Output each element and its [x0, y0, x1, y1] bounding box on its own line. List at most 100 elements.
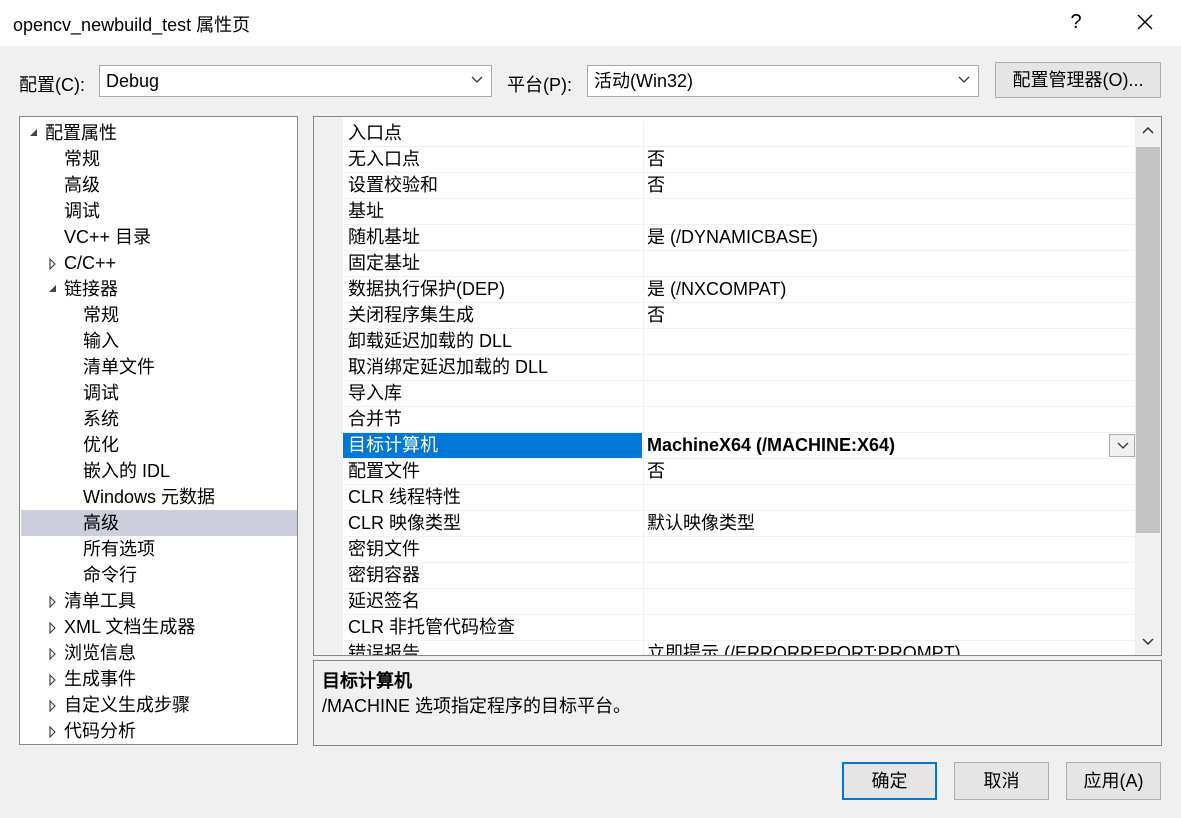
property-row[interactable]: 密钥文件	[343, 537, 1135, 563]
tree-item[interactable]: 自定义生成步骤	[21, 692, 297, 718]
property-value	[643, 121, 1135, 146]
tree-item[interactable]: 浏览信息	[21, 640, 297, 666]
property-value: 否	[643, 303, 1135, 328]
collapse-triangle-icon[interactable]	[46, 588, 60, 614]
property-row[interactable]: 导入库	[343, 381, 1135, 407]
property-value	[643, 355, 1135, 380]
tree-item[interactable]: 常规	[21, 302, 297, 328]
tree-item-label: 常规	[64, 149, 100, 169]
property-row[interactable]: 延迟签名	[343, 589, 1135, 615]
close-button[interactable]	[1128, 8, 1162, 38]
tree-item-label: 优化	[83, 435, 119, 455]
value-dropdown-button[interactable]	[1109, 434, 1135, 457]
scroll-down-button[interactable]	[1135, 629, 1161, 655]
tree-item[interactable]: 所有选项	[21, 536, 297, 562]
property-value	[643, 407, 1135, 432]
tree-item[interactable]: 高级	[21, 510, 297, 536]
property-name: 密钥容器	[348, 565, 420, 585]
collapse-triangle-icon[interactable]	[46, 250, 60, 276]
tree-item[interactable]: 链接器	[21, 276, 297, 302]
tree-item[interactable]: 清单工具	[21, 588, 297, 614]
property-row[interactable]: 配置文件 否	[343, 459, 1135, 485]
tree-item[interactable]: C/C++	[21, 250, 297, 276]
tree-item-label: 链接器	[64, 279, 118, 299]
tree-item-label: C/C++	[64, 253, 117, 273]
config-select[interactable]: Debug	[99, 65, 492, 97]
property-value	[643, 329, 1135, 354]
property-row[interactable]: 无入口点 否	[343, 147, 1135, 173]
property-row[interactable]: 随机基址 是 (/DYNAMICBASE)	[343, 225, 1135, 251]
tree-item[interactable]: 系统	[21, 406, 297, 432]
vertical-scrollbar[interactable]	[1135, 117, 1161, 655]
tree-item-label: 生成事件	[64, 669, 136, 689]
property-row[interactable]: 目标计算机 MachineX64 (/MACHINE:X64)	[343, 433, 1135, 459]
ok-button[interactable]: 确定	[842, 762, 937, 800]
description-title: 目标计算机	[322, 671, 412, 691]
property-name: 错误报告	[348, 643, 420, 656]
tree-item[interactable]: XML 文档生成器	[21, 614, 297, 640]
property-value: 否	[643, 173, 1135, 198]
tree-item[interactable]: 生成事件	[21, 666, 297, 692]
property-row[interactable]: 关闭程序集生成 否	[343, 303, 1135, 329]
tree-item-label: 高级	[83, 513, 119, 533]
tree-item[interactable]: 调试	[21, 380, 297, 406]
property-value	[643, 381, 1135, 406]
tree-item[interactable]: 清单文件	[21, 354, 297, 380]
tree-item[interactable]: 高级	[21, 172, 297, 198]
tree-item[interactable]: 优化	[21, 432, 297, 458]
property-row[interactable]: 固定基址	[343, 251, 1135, 277]
property-name: 无入口点	[348, 149, 420, 169]
tree-item-label: 浏览信息	[64, 643, 136, 663]
config-manager-button[interactable]: 配置管理器(O)...	[995, 62, 1161, 98]
platform-select[interactable]: 活动(Win32)	[587, 65, 979, 97]
tree-item[interactable]: 配置属性	[21, 120, 297, 146]
tree-item-label: 调试	[64, 201, 100, 221]
cancel-button[interactable]: 取消	[954, 762, 1049, 800]
property-name: 设置校验和	[348, 175, 438, 195]
tree-item[interactable]: 嵌入的 IDL	[21, 458, 297, 484]
property-row[interactable]: 错误报告 立即提示 (/ERRORREPORT:PROMPT)	[343, 641, 1135, 656]
property-value: 立即提示 (/ERRORREPORT:PROMPT)	[643, 641, 1135, 655]
tree-item-label: 自定义生成步骤	[64, 695, 190, 715]
property-name: 合并节	[348, 409, 402, 429]
property-row[interactable]: 设置校验和 否	[343, 173, 1135, 199]
tree-item[interactable]: 常规	[21, 146, 297, 172]
property-row[interactable]: CLR 线程特性	[343, 485, 1135, 511]
tree-item-label: 嵌入的 IDL	[83, 461, 171, 481]
property-row[interactable]: 入口点	[343, 121, 1135, 147]
property-name: 卸载延迟加载的 DLL	[348, 331, 513, 351]
help-button[interactable]: ?	[1062, 8, 1090, 36]
config-value: Debug	[106, 71, 160, 91]
tree-item[interactable]: 命令行	[21, 562, 297, 588]
property-value[interactable]: MachineX64 (/MACHINE:X64)	[643, 433, 1135, 458]
property-value	[643, 485, 1135, 510]
tree-item[interactable]: Windows 元数据	[21, 484, 297, 510]
collapse-triangle-icon[interactable]	[46, 614, 60, 640]
scroll-thumb[interactable]	[1136, 147, 1160, 533]
property-row[interactable]: 数据执行保护(DEP) 是 (/NXCOMPAT)	[343, 277, 1135, 303]
collapse-triangle-icon[interactable]	[46, 666, 60, 692]
property-name: CLR 非托管代码检查	[348, 617, 516, 637]
property-row[interactable]: CLR 非托管代码检查	[343, 615, 1135, 641]
expand-triangle-icon[interactable]	[27, 120, 41, 146]
apply-button[interactable]: 应用(A)	[1066, 762, 1161, 800]
property-tree: 配置属性 常规 高级 调试 VC++ 目录 C/C++ 链接器 常规 输入 清单文件 调试 系统 优化嵌…	[19, 116, 298, 745]
property-name: 延迟签名	[348, 591, 420, 611]
scroll-up-button[interactable]	[1135, 117, 1161, 143]
tree-item[interactable]: VC++ 目录	[21, 224, 297, 250]
property-row[interactable]: 卸载延迟加载的 DLL	[343, 329, 1135, 355]
property-row[interactable]: 基址	[343, 199, 1135, 225]
property-value: 是 (/DYNAMICBASE)	[643, 225, 1135, 250]
collapse-triangle-icon[interactable]	[46, 640, 60, 666]
collapse-triangle-icon[interactable]	[46, 692, 60, 718]
tree-item[interactable]: 调试	[21, 198, 297, 224]
property-row[interactable]: 密钥容器	[343, 563, 1135, 589]
collapse-triangle-icon[interactable]	[46, 718, 60, 744]
property-value	[643, 537, 1135, 562]
expand-triangle-icon[interactable]	[46, 276, 60, 302]
property-row[interactable]: 合并节	[343, 407, 1135, 433]
property-row[interactable]: CLR 映像类型 默认映像类型	[343, 511, 1135, 537]
tree-item[interactable]: 输入	[21, 328, 297, 354]
property-row[interactable]: 取消绑定延迟加载的 DLL	[343, 355, 1135, 381]
tree-item[interactable]: 代码分析	[21, 718, 297, 744]
